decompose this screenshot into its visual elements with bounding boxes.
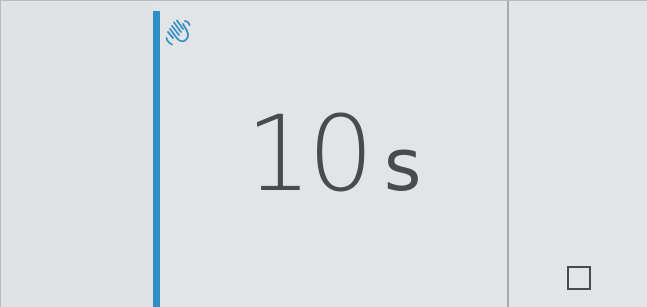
hand-wave-icon (164, 17, 192, 47)
left-panel (1, 1, 153, 307)
countdown-timer: 10 s (160, 89, 507, 219)
timer-value: 10 (245, 93, 374, 215)
stop-button[interactable] (567, 266, 591, 290)
oven-display-screen: 10 s (0, 0, 647, 307)
timer-unit: s (383, 123, 422, 207)
right-panel (509, 1, 647, 307)
active-indicator-bar (153, 11, 160, 307)
